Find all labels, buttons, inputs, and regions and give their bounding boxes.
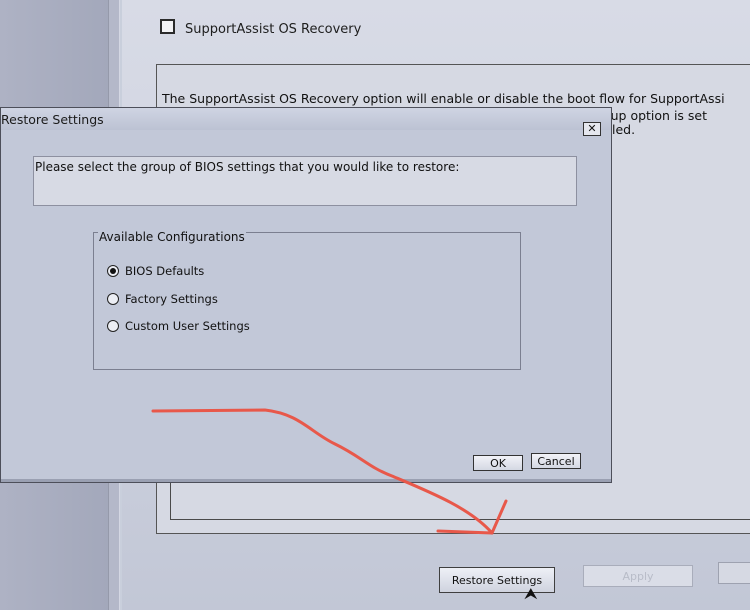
description-text: The SupportAssist OS Recovery option wil… — [162, 91, 725, 106]
option-bios-defaults-label: BIOS Defaults — [125, 264, 205, 278]
option-factory-settings-label: Factory Settings — [125, 292, 218, 306]
mouse-pointer-icon: ⮝ — [524, 584, 538, 603]
ok-button-label: OK — [490, 456, 506, 470]
ok-button[interactable]: OK — [473, 455, 523, 471]
option-custom-user-settings-label: Custom User Settings — [125, 319, 250, 333]
option-factory-settings[interactable]: Factory Settings — [107, 292, 218, 306]
dialog-bottom-edge — [1, 479, 611, 482]
description-text-line3: led. — [612, 122, 636, 137]
supportassist-checkbox[interactable] — [160, 19, 175, 34]
prompt-text: Please select the group of BIOS settings… — [35, 160, 460, 174]
dialog-title: Restore Settings — [1, 112, 104, 127]
radio-custom-user-settings[interactable] — [107, 320, 119, 332]
option-bios-defaults[interactable]: BIOS Defaults — [107, 264, 204, 278]
option-custom-user-settings[interactable]: Custom User Settings — [107, 319, 250, 333]
cancel-button[interactable]: Cancel — [531, 453, 581, 469]
restore-settings-dialog: Restore Settings ✕ Please select the gro… — [0, 107, 612, 483]
radio-bios-defaults[interactable] — [107, 265, 119, 277]
apply-button-label: Apply — [622, 569, 654, 583]
radio-factory-settings[interactable] — [107, 293, 119, 305]
apply-button[interactable]: Apply — [583, 565, 693, 587]
close-icon[interactable]: ✕ — [583, 122, 601, 136]
available-configurations-label: Available Configurations — [98, 230, 246, 244]
exit-button[interactable] — [718, 562, 750, 584]
description-inner-frame — [170, 480, 750, 520]
supportassist-checkbox-label: SupportAssist OS Recovery — [185, 22, 362, 37]
cancel-button-label: Cancel — [537, 454, 575, 468]
